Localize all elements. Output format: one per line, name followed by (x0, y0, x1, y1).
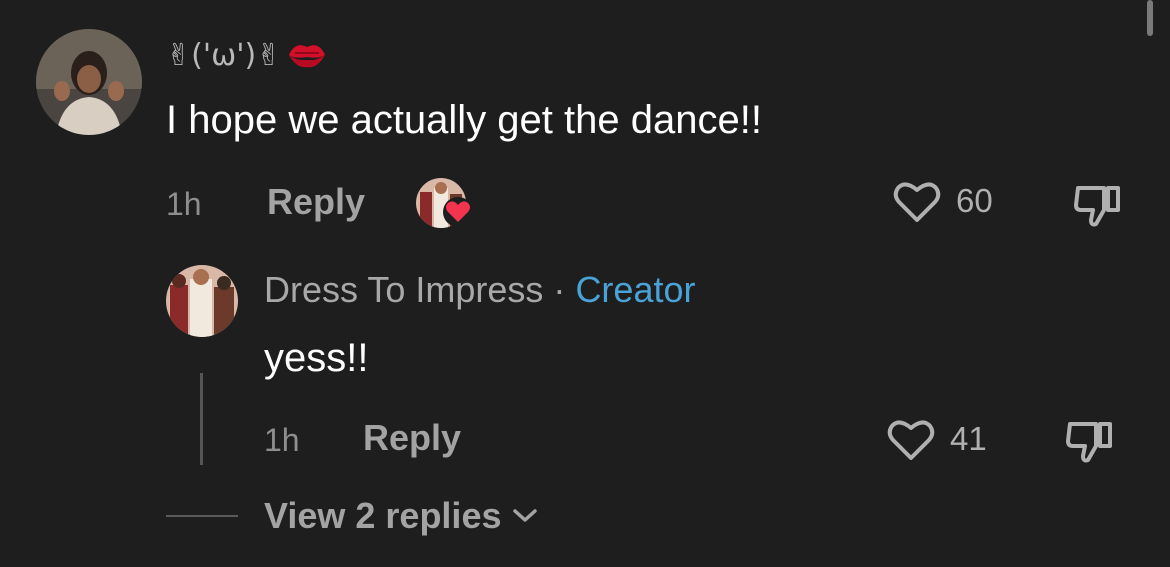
comments-panel: ✌('ω')✌ I hope we actually get the dance… (0, 0, 1170, 567)
reply-author-name[interactable]: Dress To Impress (264, 269, 543, 310)
dislike-button[interactable] (1072, 180, 1124, 230)
reply-like-count: 41 (950, 420, 987, 457)
view-replies-label: View 2 replies (264, 495, 502, 536)
view-replies-button[interactable]: View 2 replies (264, 494, 539, 538)
comment-timestamp: 1h (166, 186, 202, 222)
thumbs-down-icon (1074, 186, 1120, 227)
commenter-username[interactable]: ✌('ω')✌ (166, 34, 329, 76)
reply-button[interactable]: Reply (267, 180, 365, 224)
reply-timestamp: 1h (264, 422, 300, 458)
comment-text: I hope we actually get the dance!! (166, 98, 762, 142)
thumbs-down-icon (1066, 422, 1112, 463)
heart-badge-icon (442, 196, 474, 228)
creator-avatar[interactable] (166, 265, 238, 337)
scrollbar[interactable] (1147, 0, 1153, 36)
kiss-mark-icon (285, 37, 329, 73)
chevron-down-icon (513, 509, 538, 522)
heart-outline-icon (893, 182, 941, 222)
reply-like-button[interactable]: 41 (886, 416, 987, 462)
reply-reply-button[interactable]: Reply (363, 416, 461, 460)
reply-dislike-button[interactable] (1064, 416, 1116, 466)
reply-text: yess!! (264, 336, 369, 380)
reply-author-line: Dress To Impress · Creator (264, 268, 695, 312)
like-count: 60 (956, 182, 993, 219)
like-button[interactable]: 60 (892, 178, 993, 224)
author-separator: · (553, 269, 566, 310)
username-text: ✌('ω')✌ (166, 37, 282, 73)
view-replies-divider (166, 515, 238, 517)
heart-outline-icon (887, 420, 935, 460)
thread-line (200, 373, 203, 465)
commenter-avatar[interactable] (36, 29, 142, 135)
creator-badge: Creator (575, 269, 696, 310)
